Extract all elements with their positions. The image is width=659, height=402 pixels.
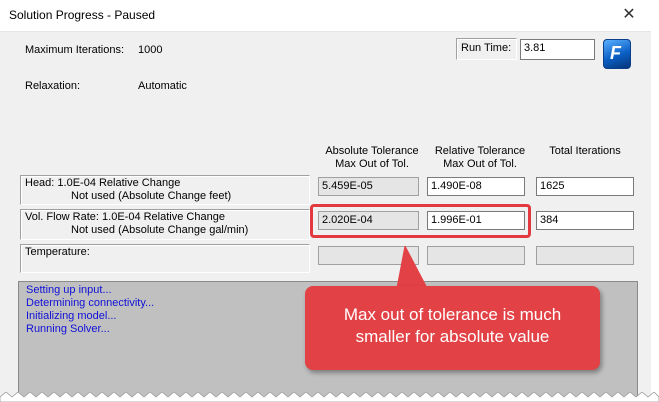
abs-tolerance-header: Absolute Tolerance <box>325 145 419 157</box>
flow-row-label: Vol. Flow Rate: 1.0E-04 Relative Change <box>25 211 225 223</box>
annotation-pointer <box>396 246 428 289</box>
logo-letter: F <box>610 43 621 63</box>
run-time-field[interactable]: 3.81 <box>520 39 595 60</box>
head-total-iterations-field: 1625 <box>536 177 634 196</box>
temperature-rel-tolerance-field <box>427 246 525 265</box>
max-iterations-value: 1000 <box>138 44 163 56</box>
run-time-label: Run Time: <box>461 42 512 54</box>
title-bar[interactable]: Solution Progress - Paused ✕ <box>0 0 651 32</box>
flow-row-sublabel: Not used (Absolute Change gal/min) <box>71 224 249 236</box>
head-row-label: Head: 1.0E-04 Relative Change <box>25 177 181 189</box>
torn-edge <box>0 392 659 402</box>
relaxation-label: Relaxation: <box>25 80 81 92</box>
rel-tolerance-subheader: Max Out of Tol. <box>443 158 517 170</box>
head-row-sublabel: Not used (Absolute Change feet) <box>71 190 232 202</box>
temperature-total-iterations-field <box>536 246 634 265</box>
temperature-row-label: Temperature: <box>25 246 90 258</box>
max-iterations-label: Maximum Iterations: <box>25 44 125 56</box>
close-button[interactable]: ✕ <box>617 4 641 26</box>
total-iterations-header: Total Iterations <box>549 145 621 157</box>
annotation-highlight-box <box>310 204 531 238</box>
abs-tolerance-subheader: Max Out of Tol. <box>335 158 409 170</box>
window-title: Solution Progress - Paused <box>9 8 156 22</box>
annotation-line-2: smaller for absolute value <box>355 327 550 346</box>
relaxation-value: Automatic <box>138 80 187 92</box>
rel-tolerance-header: Relative Tolerance <box>434 145 526 157</box>
annotation-callout: Max out of tolerance is much smaller for… <box>305 286 600 370</box>
flow-total-iterations-field: 384 <box>536 211 634 230</box>
head-abs-tolerance-field: 5.459E-05 <box>318 177 419 196</box>
app-logo-icon: F <box>603 39 631 69</box>
annotation-line-1: Max out of tolerance is much <box>343 305 562 324</box>
head-rel-tolerance-field: 1.490E-08 <box>427 177 525 196</box>
